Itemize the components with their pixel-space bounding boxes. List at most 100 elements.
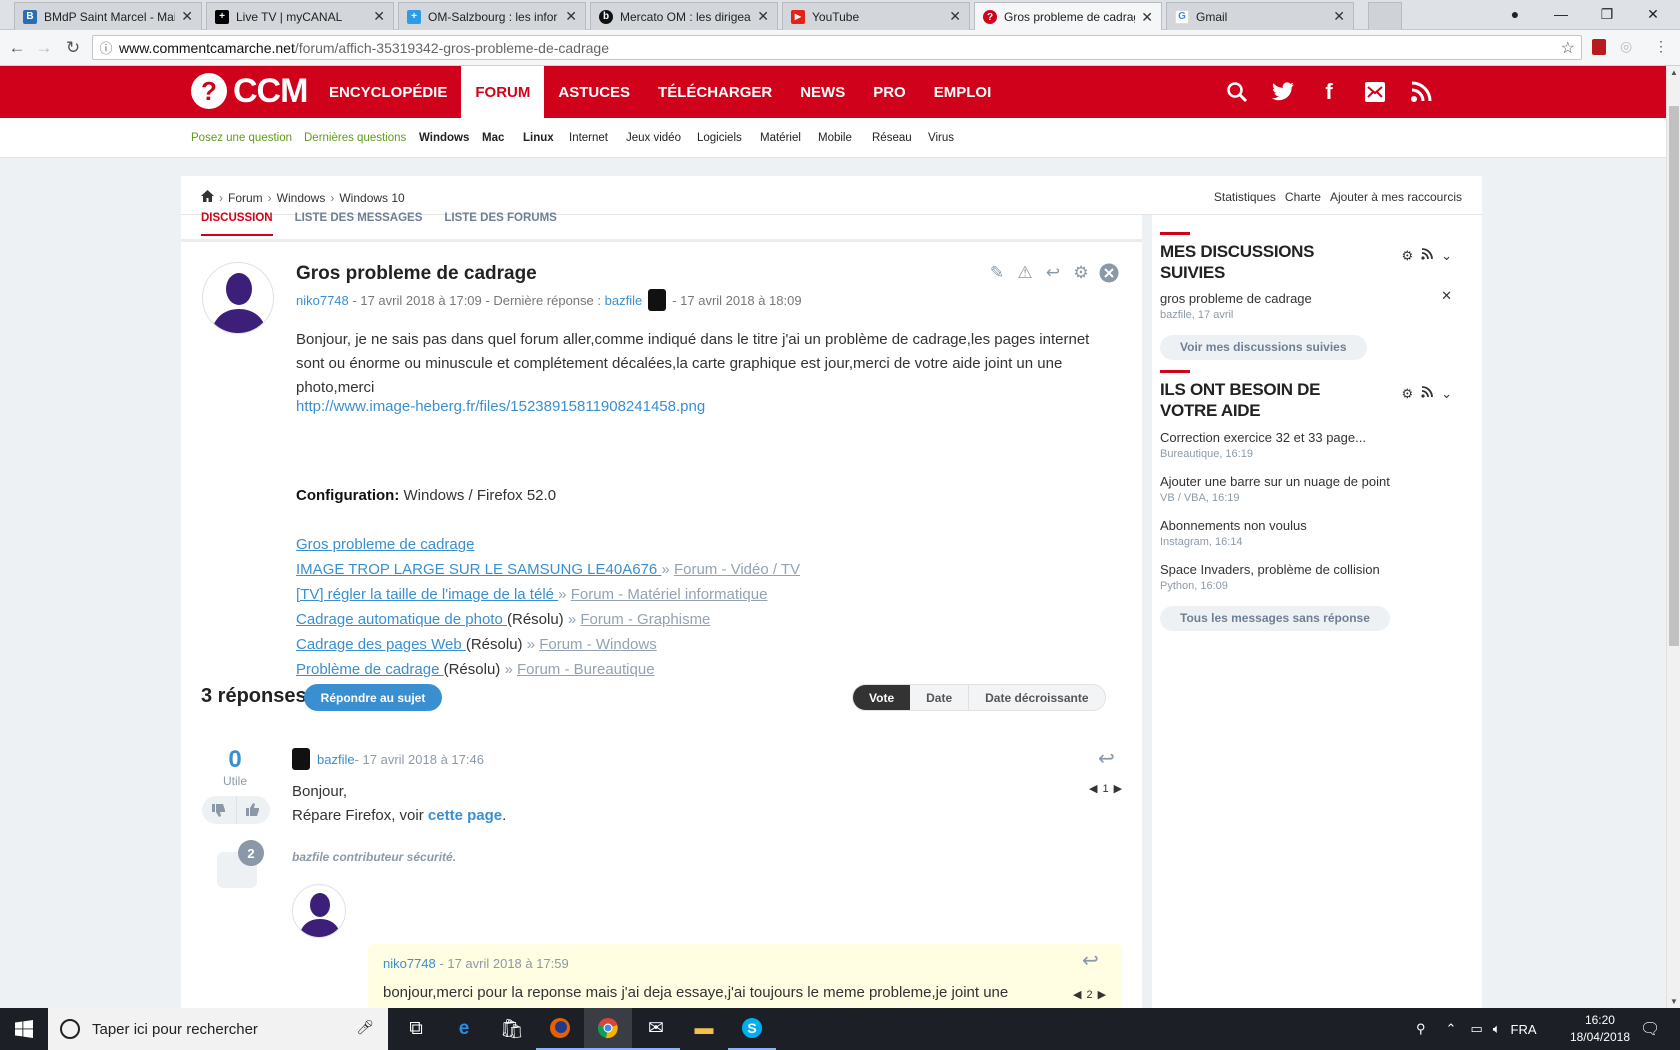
post-image-link[interactable]: http://www.image-heberg.fr/files/1523891… [296,398,705,415]
extension-icon[interactable]: ◎ [1620,38,1632,55]
restore-button[interactable]: ❐ [1584,0,1630,28]
nav-pro[interactable]: PRO [859,66,920,118]
edge-icon[interactable]: e [440,1008,488,1050]
url-input[interactable]: ⓘ www.commentcamarche.net/forum/affich-3… [92,35,1582,60]
subnav-mac[interactable]: Mac [482,132,504,144]
related-link[interactable]: Gros probleme de cadrage [296,536,474,553]
ccm-logo[interactable]: ? CCM [191,68,308,114]
chrome-icon[interactable] [584,1008,632,1050]
close-icon[interactable]: ✕ [565,8,577,25]
chrome-menu-icon[interactable]: ⋮ [1654,38,1668,55]
gear-icon[interactable]: ⚙ [1401,248,1413,264]
back-button[interactable]: ← [6,37,28,59]
chevron-down-icon[interactable]: ⌄ [1441,386,1452,402]
reply-icon[interactable]: ↩ [1082,948,1099,973]
nav-emploi[interactable]: EMPLOI [920,66,1006,118]
next-arrow-icon[interactable]: ▶ [1114,782,1122,795]
related-forum-link[interactable]: Forum - Bureautique [517,661,655,678]
scroll-up-arrow-icon[interactable]: ▲ [1670,68,1678,77]
browser-tab-youtube[interactable]: ▶ YouTube ✕ [782,2,970,30]
subnav-jeux-video[interactable]: Jeux vidéo [626,132,681,144]
new-tab-button[interactable] [1368,2,1402,30]
browser-tab-gmail[interactable]: G Gmail ✕ [1166,2,1354,30]
list-item[interactable]: Ajouter une barre sur un nuage de point … [1160,474,1460,504]
reload-button[interactable]: ↻ [62,37,84,59]
minimize-button[interactable]: — [1538,0,1584,28]
related-link[interactable]: Cadrage automatique de photo [296,611,507,628]
firefox-icon[interactable] [536,1008,584,1050]
browser-tab-mercato[interactable]: b Mercato OM : les dirigea ✕ [590,2,778,30]
network-icon[interactable]: ▭ [1470,1021,1482,1037]
close-icon[interactable]: ✕ [949,8,961,25]
subnav-linux[interactable]: Linux [523,132,554,144]
keyboard-language[interactable]: FRA [1511,1022,1537,1037]
close-icon[interactable]: ✕ [373,8,385,25]
nav-astuces[interactable]: ASTUCES [544,66,644,118]
edit-icon[interactable]: ✎ [986,262,1008,284]
rss-icon[interactable] [1421,248,1433,264]
tab-discussion[interactable]: DISCUSSION [201,212,273,236]
ask-question-link[interactable]: Posez une question [191,132,292,144]
subnav-reseau[interactable]: Réseau [872,132,912,144]
see-followed-button[interactable]: Voir mes discussions suivies [1160,335,1367,360]
close-icon[interactable]: ✕ [757,8,769,25]
facebook-icon[interactable]: f [1306,79,1352,105]
gear-icon[interactable]: ⚙ [1070,262,1092,284]
subnav-mobile[interactable]: Mobile [818,132,852,144]
show-hidden-icons-icon[interactable]: ⌃ [1446,1021,1457,1037]
mail-icon[interactable] [1352,81,1398,103]
avatar[interactable] [202,262,274,334]
comment-count-badge[interactable]: 2 [238,840,264,866]
prev-arrow-icon[interactable]: ◀ [1089,782,1097,795]
subnav-internet[interactable]: Internet [569,132,608,144]
related-forum-link[interactable]: Forum - Vidéo / TV [674,561,800,578]
list-item[interactable]: Space Invaders, problème de collision Py… [1160,562,1460,592]
microphone-icon[interactable]: 🎤︎ [356,1019,374,1036]
breadcrumb-windows-10[interactable]: Windows 10 [339,191,404,205]
close-icon[interactable]: ✕ [181,8,193,25]
store-icon[interactable]: 🛍︎ [488,1008,536,1050]
rss-icon[interactable] [1421,386,1433,402]
search-icon[interactable] [1214,81,1260,103]
sort-date-desc[interactable]: Date décroissante [968,685,1104,710]
prev-arrow-icon[interactable]: ◀ [1073,988,1081,1001]
task-view-icon[interactable]: ⧉ [392,1008,440,1050]
breadcrumb-windows[interactable]: Windows [277,191,326,205]
related-forum-link[interactable]: Forum - Matériel informatique [571,586,768,603]
tab-forum-list[interactable]: LISTE DES FORUMS [444,212,556,236]
window-close-button[interactable]: ✕ [1630,0,1676,28]
latest-questions-link[interactable]: Dernières questions [304,132,406,144]
nav-telecharger[interactable]: TÉLÉCHARGER [644,66,786,118]
list-item[interactable]: Correction exercice 32 et 33 page... Bur… [1160,430,1460,460]
close-icon[interactable]: ✕ [1141,9,1153,26]
sort-vote[interactable]: Vote [853,685,911,710]
related-link[interactable]: [TV] régler la taille de l'image de la t… [296,586,558,603]
subnav-windows[interactable]: Windows [419,132,469,144]
page-scrollbar[interactable]: ▲ ▼ [1666,66,1680,1008]
browser-tab-mycanal[interactable]: + Live TV | myCANAL ✕ [206,2,394,30]
forward-button[interactable]: → [33,37,55,59]
skype-icon[interactable]: S [728,1008,776,1050]
last-reply-author[interactable]: bazfile [605,293,643,308]
answer-author[interactable]: bazfile [317,752,355,767]
scroll-down-arrow-icon[interactable]: ▼ [1670,997,1678,1006]
related-link[interactable]: IMAGE TROP LARGE SUR LE SAMSUNG LE40A676 [296,561,661,578]
nav-news[interactable]: NEWS [786,66,859,118]
report-warning-icon[interactable]: ⚠ [1014,262,1036,284]
bookmark-star-icon[interactable]: ☆ [1561,38,1575,58]
tab-message-list[interactable]: LISTE DES MESSAGES [295,212,423,236]
sort-date[interactable]: Date [910,685,968,710]
close-icon[interactable] [1098,262,1120,284]
related-link[interactable]: Problème de cadrage [296,661,444,678]
related-link[interactable]: Cadrage des pages Web [296,636,466,653]
nested-author[interactable]: niko7748 [383,956,436,971]
reply-to-topic-button[interactable]: Répondre au sujet [304,684,442,711]
post-author[interactable]: niko7748 [296,293,349,308]
subnav-logiciels[interactable]: Logiciels [697,132,742,144]
list-item[interactable]: Abonnements non voulus Instagram, 16:14 [1160,518,1460,548]
people-icon[interactable]: ⚲ [1416,1021,1426,1037]
avatar[interactable] [292,884,346,938]
volume-icon[interactable]: 🔈︎ [1493,1021,1501,1037]
reply-icon[interactable]: ↩ [1042,262,1064,284]
chevron-down-icon[interactable]: ⌄ [1441,248,1452,264]
